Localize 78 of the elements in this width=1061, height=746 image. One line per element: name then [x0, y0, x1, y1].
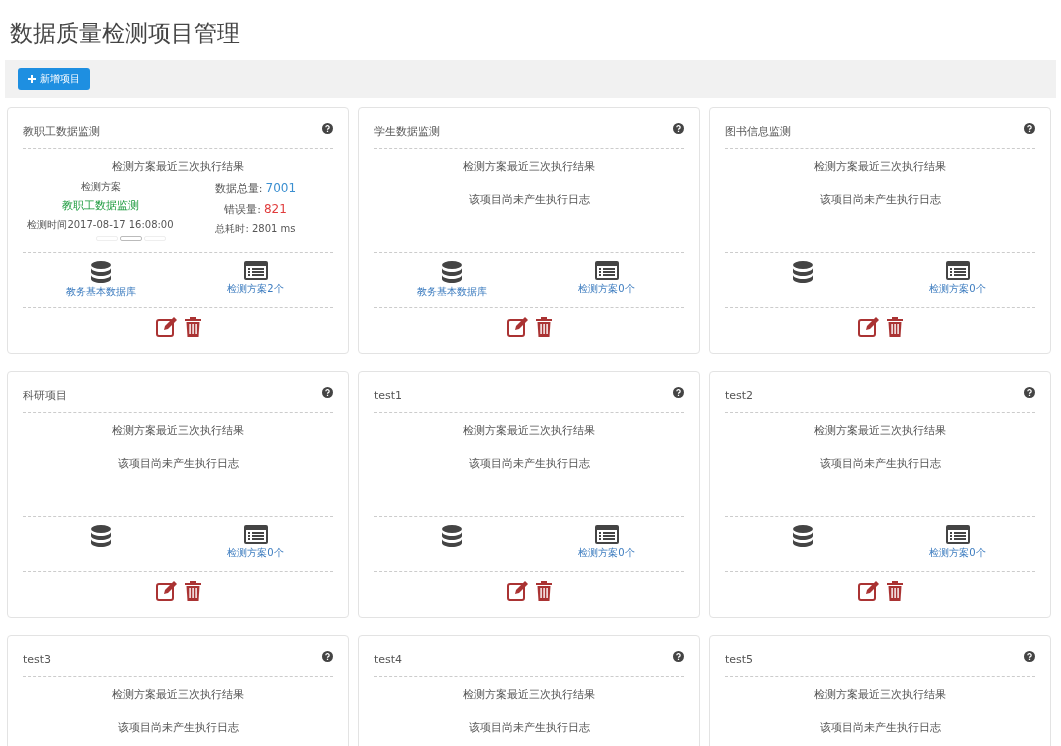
- database-icon: [792, 525, 813, 547]
- project-title: 图书信息监测: [725, 123, 791, 139]
- scheme-label: 检测方案: [80, 180, 121, 194]
- project-title: 教职工数据监测: [23, 123, 100, 139]
- empty-note: 该项目尚未产生执行日志: [468, 720, 590, 735]
- list-icon: [945, 261, 970, 280]
- empty-note: 该项目尚未产生执行日志: [468, 192, 590, 207]
- help-icon[interactable]: [322, 122, 333, 134]
- total-label: 数据总量:: [214, 181, 263, 197]
- help-icon[interactable]: [1024, 386, 1035, 398]
- project-title: test3: [23, 651, 52, 666]
- check-time: 检测时间2017-08-17 16:08:00: [27, 218, 174, 232]
- help-icon[interactable]: [1024, 650, 1035, 662]
- help-icon[interactable]: [673, 386, 684, 398]
- scheme-name: 教职工数据监测: [62, 198, 139, 214]
- schemes-link[interactable]: 检测方案0个: [578, 546, 635, 560]
- results-heading: 检测方案最近三次执行结果: [814, 423, 946, 438]
- empty-note: 该项目尚未产生执行日志: [819, 456, 941, 471]
- empty-note: 该项目尚未产生执行日志: [117, 456, 239, 471]
- database-icon: [792, 261, 813, 283]
- project-title: test2: [725, 387, 754, 402]
- list-icon: [594, 525, 619, 544]
- results-heading: 检测方案最近三次执行结果: [814, 687, 946, 702]
- schemes-link[interactable]: 检测方案0个: [929, 546, 986, 560]
- database-icon: [90, 525, 111, 547]
- results-heading: 检测方案最近三次执行结果: [112, 687, 244, 702]
- project-title: test1: [374, 387, 403, 402]
- empty-note: 该项目尚未产生执行日志: [819, 720, 941, 735]
- total-value: 7001: [265, 180, 297, 196]
- results-heading: 检测方案最近三次执行结果: [112, 423, 244, 438]
- list-icon: [945, 525, 970, 544]
- help-icon[interactable]: [1024, 122, 1035, 134]
- trash-icon[interactable]: [535, 317, 552, 337]
- database-link[interactable]: 教务基本数据库: [416, 285, 487, 299]
- plus-icon: [28, 75, 36, 83]
- schemes-link[interactable]: 检测方案2个: [227, 282, 284, 296]
- database-link[interactable]: 教务基本数据库: [65, 285, 136, 299]
- page-title: 数据质量检测项目管理: [9, 19, 241, 48]
- error-label: 错误量:: [224, 202, 261, 218]
- schemes-link[interactable]: 检测方案0个: [227, 546, 284, 560]
- trash-icon[interactable]: [886, 317, 903, 337]
- results-heading: 检测方案最近三次执行结果: [112, 159, 244, 174]
- project-title: test4: [374, 651, 403, 666]
- empty-note: 该项目尚未产生执行日志: [468, 456, 590, 471]
- project-title: 科研项目: [23, 387, 67, 403]
- help-icon[interactable]: [673, 122, 684, 134]
- empty-note: 该项目尚未产生执行日志: [117, 720, 239, 735]
- project-title: 学生数据监测: [374, 123, 440, 139]
- help-icon[interactable]: [322, 650, 333, 662]
- edit-icon[interactable]: [506, 581, 530, 601]
- add-project-button[interactable]: 新增项目: [18, 68, 90, 90]
- trash-icon[interactable]: [184, 317, 201, 337]
- error-value: 821: [263, 201, 287, 217]
- results-heading: 检测方案最近三次执行结果: [463, 423, 595, 438]
- project-title: test5: [725, 651, 754, 666]
- list-icon: [243, 525, 268, 544]
- schemes-link[interactable]: 检测方案0个: [578, 282, 635, 296]
- trash-icon[interactable]: [535, 581, 552, 601]
- list-icon: [243, 261, 268, 280]
- edit-icon[interactable]: [506, 317, 530, 337]
- results-heading: 检测方案最近三次执行结果: [814, 159, 946, 174]
- database-icon: [90, 261, 111, 283]
- trash-icon[interactable]: [886, 581, 903, 601]
- edit-icon[interactable]: [155, 581, 179, 601]
- edit-icon[interactable]: [857, 581, 881, 601]
- results-heading: 检测方案最近三次执行结果: [463, 159, 595, 174]
- duration-text: 总耗时: 2801 ms: [215, 222, 296, 236]
- database-icon: [441, 525, 462, 547]
- schemes-link[interactable]: 检测方案0个: [929, 282, 986, 296]
- edit-icon[interactable]: [857, 317, 881, 337]
- help-icon[interactable]: [322, 386, 333, 398]
- trash-icon[interactable]: [184, 581, 201, 601]
- database-icon: [441, 261, 462, 283]
- results-heading: 检测方案最近三次执行结果: [463, 687, 595, 702]
- empty-note: 该项目尚未产生执行日志: [819, 192, 941, 207]
- help-icon[interactable]: [673, 650, 684, 662]
- edit-icon[interactable]: [155, 317, 179, 337]
- list-icon: [594, 261, 619, 280]
